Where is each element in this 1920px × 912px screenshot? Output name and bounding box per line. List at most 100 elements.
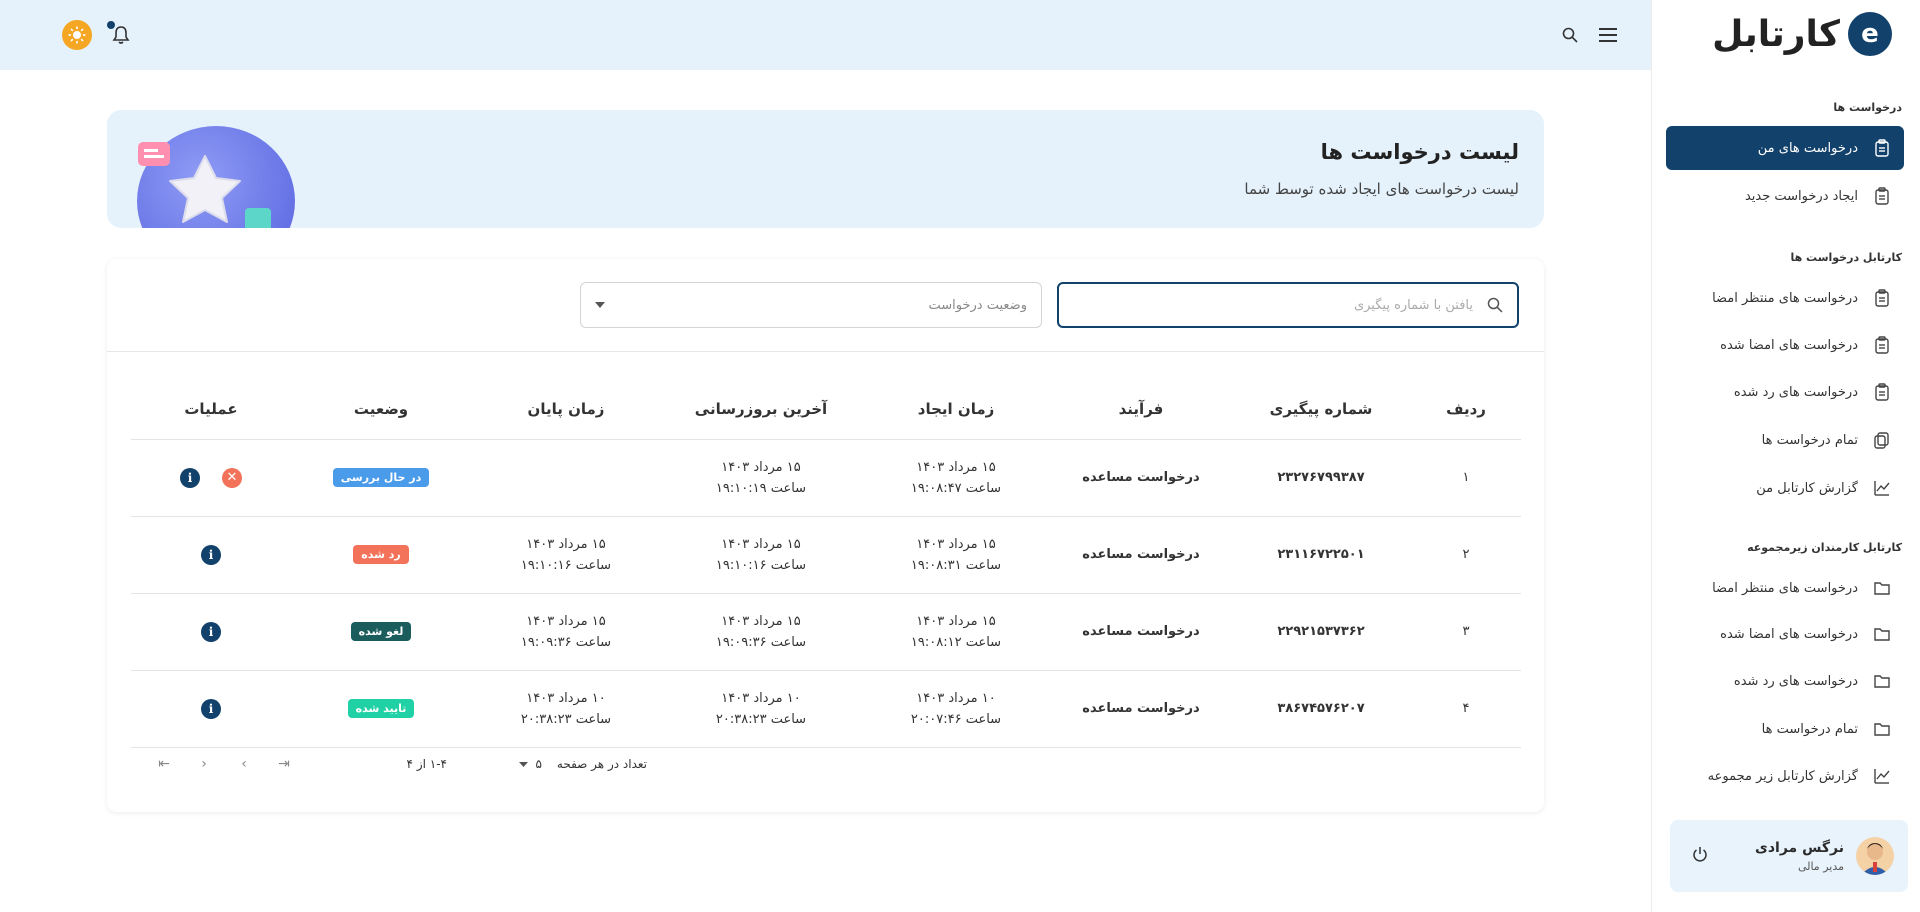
status-badge: لغو شده bbox=[350, 622, 412, 641]
row-number: ۲ bbox=[1462, 547, 1470, 562]
chart-icon bbox=[1872, 766, 1892, 786]
status-select[interactable]: وضعیت درخواست bbox=[580, 282, 1042, 328]
header-end: زمان پایان bbox=[471, 379, 661, 440]
sidebar-item[interactable]: گزارش کارتابل من bbox=[1666, 466, 1904, 510]
sidebar-item-label: درخواست های امضا شده bbox=[1720, 337, 1858, 353]
cancel-icon[interactable]: ✕ bbox=[222, 467, 242, 488]
info-icon[interactable]: i bbox=[180, 467, 200, 488]
cell-status: در حال بررسی bbox=[291, 439, 471, 517]
cell-tracking: ۲۳۱۱۶۷۲۲۵۰۱ bbox=[1231, 516, 1411, 594]
cell-end: ۱۵ مرداد ۱۴۰۳ ساعت ۱۹:۰۹:۳۶ bbox=[471, 593, 661, 671]
next-page-icon[interactable]: ‹ bbox=[195, 755, 213, 773]
created-date: ۱۵ مرداد ۱۴۰۳ bbox=[916, 613, 996, 629]
file-sign-icon bbox=[1872, 335, 1892, 355]
user-name: نرگس مرادی bbox=[1755, 839, 1844, 856]
cell-end bbox=[471, 439, 661, 517]
first-page-icon[interactable]: ⇥ bbox=[275, 755, 293, 773]
sidebar-item[interactable]: درخواست های رد شده bbox=[1666, 659, 1904, 703]
cell-actions: ✕ i bbox=[131, 439, 291, 517]
table-row: ۴ ۳۸۶۷۴۵۷۶۲۰۷ درخواست مساعده ۱۰ مرداد ۱۴۰۳ س… bbox=[131, 670, 1521, 748]
search-input[interactable]: یافتن با شماره پیگیری bbox=[1057, 282, 1519, 328]
updated-time: ساعت ۲۰:۳۸:۲۳ bbox=[715, 711, 807, 727]
info-icon[interactable]: i bbox=[201, 621, 221, 642]
sidebar-item[interactable]: درخواست های منتظر امضا bbox=[1666, 276, 1904, 320]
sidebar: e کارتابل درخواست ها کارتابل درخواست ها … bbox=[1651, 0, 1920, 912]
page-range: ۱-۴ از ۴ bbox=[406, 757, 447, 771]
sidebar-item[interactable]: درخواست های منتظر امضا bbox=[1666, 566, 1904, 610]
pagination: تعداد در هر صفحه ۵ ۱-۴ از ۴ ⇥ › ‹ ⇤ bbox=[127, 749, 647, 779]
row-number: ۳ bbox=[1462, 624, 1470, 639]
sidebar-item[interactable]: درخواست های من bbox=[1666, 126, 1904, 170]
sidebar-item[interactable]: درخواست های امضا شده bbox=[1666, 323, 1904, 367]
sidebar-item[interactable]: تمام درخواست ها bbox=[1666, 707, 1904, 751]
folder-check-icon bbox=[1872, 624, 1892, 644]
cell-status: لغو شده bbox=[291, 593, 471, 671]
cell-tracking: ۲۲۹۲۱۵۳۷۳۶۲ bbox=[1231, 593, 1411, 671]
per-page-label: تعداد در هر صفحه bbox=[556, 757, 647, 771]
process-name: درخواست مساعده bbox=[1082, 624, 1200, 639]
sidebar-item[interactable]: گزارش کارتابل زیر مجموعه bbox=[1666, 754, 1904, 798]
section-request-cartable: کارتابل درخواست ها bbox=[1790, 251, 1902, 264]
avatar[interactable] bbox=[1856, 837, 1894, 875]
file-search-icon bbox=[1872, 288, 1892, 308]
cell-created: ۱۵ مرداد ۱۴۰۳ ساعت ۱۹:۰۸:۱۲ bbox=[861, 593, 1051, 671]
per-page-select[interactable]: ۵ bbox=[518, 757, 542, 771]
cell-row-num: ۲ bbox=[1411, 516, 1521, 594]
table-header-row: ردیف شماره پیگیری فرآیند زمان ایجاد آخری… bbox=[131, 379, 1521, 440]
cell-actions: i bbox=[131, 670, 291, 748]
sidebar-item-label: درخواست های من bbox=[1757, 140, 1858, 156]
header-created: زمان ایجاد bbox=[861, 379, 1051, 440]
cell-created: ۱۰ مرداد ۱۴۰۳ ساعت ۲۰:۰۷:۴۶ bbox=[861, 670, 1051, 748]
end-time: ساعت ۱۹:۱۰:۱۶ bbox=[520, 557, 612, 573]
search-icon[interactable] bbox=[1557, 22, 1583, 48]
status-placeholder: وضعیت درخواست bbox=[928, 297, 1028, 313]
cell-updated: ۱۵ مرداد ۱۴۰۳ ساعت ۱۹:۱۰:۱۹ bbox=[661, 439, 861, 517]
theme-toggle-sun-icon[interactable] bbox=[62, 20, 92, 50]
cell-row-num: ۴ bbox=[1411, 670, 1521, 748]
header-updated: آخرین بروزرسانی bbox=[661, 379, 861, 440]
clipboard-add-icon bbox=[1872, 186, 1892, 206]
sidebar-item[interactable]: درخواست های رد شده bbox=[1666, 370, 1904, 414]
created-time: ساعت ۱۹:۰۸:۱۲ bbox=[910, 634, 1002, 650]
search-placeholder: یافتن با شماره پیگیری bbox=[1353, 297, 1473, 313]
process-name: درخواست مساعده bbox=[1082, 547, 1200, 562]
menu-icon[interactable] bbox=[1595, 22, 1621, 48]
status-badge: رد شده bbox=[353, 545, 409, 564]
created-date: ۱۵ مرداد ۱۴۰۳ bbox=[916, 536, 996, 552]
page-banner: لیست درخواست ها لیست درخواست های ایجاد ش… bbox=[107, 110, 1544, 228]
updated-date: ۱۵ مرداد ۱۴۰۳ bbox=[721, 613, 801, 629]
sidebar-item-label: درخواست های منتظر امضا bbox=[1712, 290, 1858, 306]
page-subtitle: لیست درخواست های ایجاد شده توسط شما bbox=[1244, 180, 1519, 198]
requests-card: یافتن با شماره پیگیری وضعیت درخواست ردیف… bbox=[107, 259, 1544, 812]
app-logo[interactable]: e کارتابل bbox=[1692, 10, 1892, 60]
info-icon[interactable]: i bbox=[201, 698, 221, 719]
previous-page-icon[interactable]: › bbox=[235, 755, 253, 773]
created-time: ساعت ۱۹:۰۸:۴۷ bbox=[910, 480, 1002, 496]
updated-time: ساعت ۱۹:۱۰:۱۹ bbox=[715, 480, 807, 496]
header-tracking: شماره پیگیری bbox=[1231, 379, 1411, 440]
power-icon[interactable] bbox=[1692, 846, 1708, 866]
sidebar-item-label: درخواست های رد شده bbox=[1733, 384, 1858, 400]
search-icon bbox=[1487, 297, 1503, 313]
sidebar-item-label: درخواست های رد شده bbox=[1733, 673, 1858, 689]
sidebar-item-label: تمام درخواست ها bbox=[1761, 432, 1858, 448]
last-page-icon[interactable]: ⇤ bbox=[155, 755, 173, 773]
status-badge: در حال بررسی bbox=[332, 468, 430, 487]
cell-tracking: ۳۸۶۷۴۵۷۶۲۰۷ bbox=[1231, 670, 1411, 748]
header-status: وضعیت bbox=[291, 379, 471, 440]
created-time: ساعت ۲۰:۰۷:۴۶ bbox=[910, 711, 1002, 727]
process-name: درخواست مساعده bbox=[1082, 701, 1200, 716]
cell-status: تایید شده bbox=[291, 670, 471, 748]
row-number: ۱ bbox=[1462, 470, 1470, 485]
sidebar-item-label: گزارش کارتابل من bbox=[1756, 480, 1858, 496]
info-icon[interactable]: i bbox=[201, 544, 221, 565]
sidebar-item[interactable]: ایجاد درخواست جدید bbox=[1666, 174, 1904, 218]
requests-table: ردیف شماره پیگیری فرآیند زمان ایجاد آخری… bbox=[131, 379, 1521, 748]
sidebar-item[interactable]: تمام درخواست ها bbox=[1666, 418, 1904, 462]
folder-x-icon bbox=[1872, 671, 1892, 691]
cell-process: درخواست مساعده bbox=[1051, 670, 1231, 748]
sidebar-item[interactable]: درخواست های امضا شده bbox=[1666, 612, 1904, 656]
cell-actions: i bbox=[131, 516, 291, 594]
cell-end: ۱۵ مرداد ۱۴۰۳ ساعت ۱۹:۱۰:۱۶ bbox=[471, 516, 661, 594]
user-role: مدیر مالی bbox=[1797, 859, 1844, 873]
